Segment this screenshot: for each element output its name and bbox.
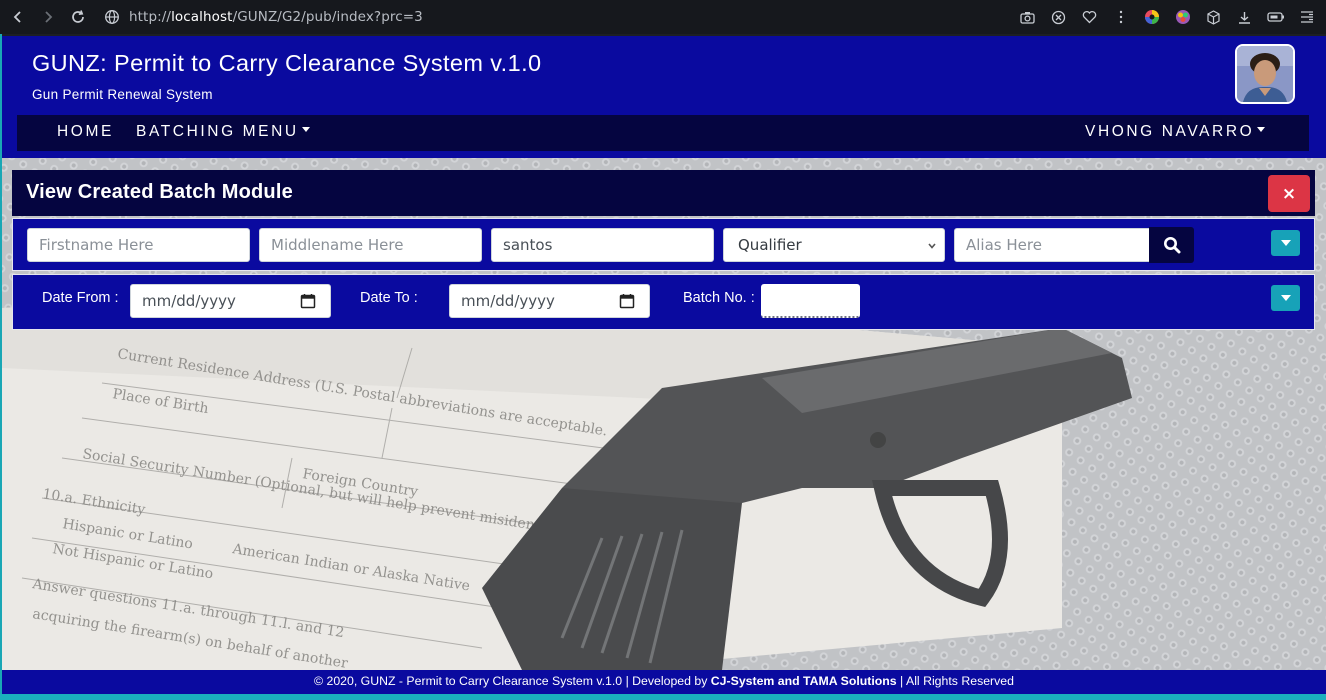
main-navbar: HOME BATCHING MENU VHONG NAVARRO	[17, 115, 1309, 151]
extension-toolbar	[1014, 4, 1320, 30]
expand-name-search-button[interactable]	[1271, 230, 1300, 256]
batch-no-input[interactable]	[761, 284, 860, 318]
download-icon[interactable]	[1231, 4, 1258, 30]
calendar-icon	[300, 294, 316, 309]
date-from-input[interactable]: mm/dd/yyyy	[130, 284, 331, 318]
date-from-value: mm/dd/yyyy	[142, 292, 236, 310]
address-bar[interactable]: http://localhost/GUNZ/G2/pub/index?prc=3	[129, 9, 423, 25]
camera-icon[interactable]	[1014, 4, 1041, 30]
date-to-label: Date To :	[360, 290, 418, 306]
lastname-field[interactable]	[491, 228, 714, 262]
lastname-input[interactable]	[503, 229, 713, 261]
battery-icon[interactable]	[1262, 4, 1289, 30]
calendar-icon	[619, 294, 635, 309]
chevron-down-icon	[927, 230, 937, 263]
module-title: View Created Batch Module	[26, 181, 293, 203]
search-button[interactable]	[1149, 227, 1194, 263]
middlename-field[interactable]	[259, 228, 482, 262]
menu-icon[interactable]	[1293, 4, 1320, 30]
batch-no-label: Batch No. :	[683, 290, 755, 306]
palette-icon[interactable]	[1169, 4, 1196, 30]
module-header: View Created Batch Module ×	[12, 170, 1315, 216]
reload-icon[interactable]	[63, 2, 93, 32]
color-wheel-icon[interactable]	[1138, 4, 1165, 30]
qualifier-selected-value: Qualifier	[738, 236, 802, 254]
firstname-input[interactable]	[39, 229, 249, 261]
page-subtitle: Gun Permit Renewal System	[32, 87, 213, 102]
nav-batching-menu[interactable]: BATCHING MENU	[136, 123, 310, 141]
heart-icon[interactable]	[1076, 4, 1103, 30]
date-filter-panel: Date From : mm/dd/yyyy Date To : mm/dd/y…	[12, 274, 1315, 330]
caret-down-icon	[301, 127, 310, 133]
nav-user-menu-label: VHONG NAVARRO	[1085, 123, 1255, 140]
alias-input[interactable]	[966, 229, 1150, 261]
site-info-icon[interactable]	[99, 4, 125, 30]
nav-batching-menu-label: BATCHING MENU	[136, 123, 299, 140]
block-icon[interactable]	[1045, 4, 1072, 30]
middlename-input[interactable]	[271, 229, 481, 261]
caret-down-icon	[1280, 295, 1291, 301]
close-module-button[interactable]: ×	[1268, 175, 1310, 212]
page-title: GUNZ: Permit to Carry Clearance System v…	[32, 50, 542, 76]
url-path: /GUNZ/G2/pub/index?prc=3	[232, 9, 423, 25]
cube-icon[interactable]	[1200, 4, 1227, 30]
name-search-panel: Qualifier	[12, 218, 1315, 271]
qualifier-select[interactable]: Qualifier	[723, 228, 945, 262]
footer: © 2020, GUNZ - Permit to Carry Clearance…	[2, 670, 1326, 694]
alias-field[interactable]	[954, 228, 1151, 262]
footer-rights: | All Rights Reserved	[896, 674, 1014, 688]
browser-toolbar: http://localhost/GUNZ/G2/pub/index?prc=3	[0, 0, 1326, 34]
nav-user-menu[interactable]: VHONG NAVARRO	[1085, 123, 1266, 141]
back-icon[interactable]	[3, 2, 33, 32]
date-to-input[interactable]: mm/dd/yyyy	[449, 284, 650, 318]
date-to-value: mm/dd/yyyy	[461, 292, 555, 310]
bottom-strip	[0, 694, 1326, 700]
footer-developer: CJ-System and TAMA Solutions	[710, 674, 897, 688]
url-host: localhost	[171, 9, 233, 25]
more-dots-icon[interactable]	[1107, 4, 1134, 30]
footer-copyright: © 2020, GUNZ - Permit to Carry Clearance…	[314, 674, 711, 688]
forward-icon[interactable]	[33, 2, 63, 32]
firstname-field[interactable]	[27, 228, 250, 262]
caret-down-icon	[1280, 240, 1291, 246]
caret-down-icon	[1257, 127, 1266, 133]
nav-home[interactable]: HOME	[57, 123, 114, 141]
date-from-label: Date From :	[42, 290, 119, 306]
avatar[interactable]	[1235, 44, 1295, 104]
url-prefix: http://	[129, 9, 172, 25]
expand-date-filter-button[interactable]	[1271, 285, 1300, 311]
search-icon	[1163, 237, 1180, 254]
